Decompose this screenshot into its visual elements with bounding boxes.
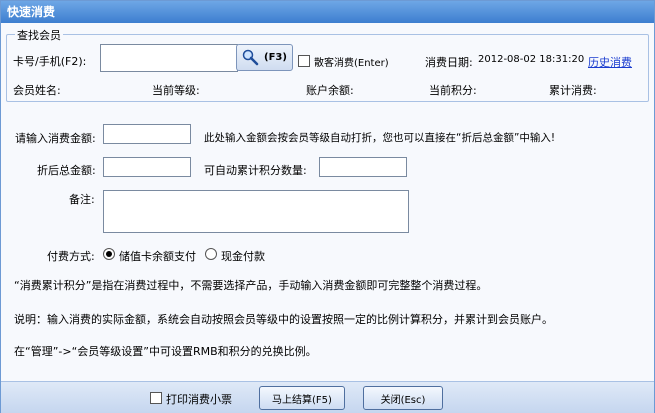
- remark-textarea[interactable]: [103, 190, 409, 233]
- window-title: 快速消费: [1, 1, 654, 23]
- amount-label: 请输入消费金额:: [15, 132, 96, 145]
- member-name-label: 会员姓名:: [13, 84, 61, 97]
- payment-option-cash: 现金付款: [221, 250, 265, 263]
- auto-points-label: 可自动累计积分数量:: [204, 164, 307, 177]
- cumulative-label: 累计消费:: [549, 84, 597, 97]
- date-label: 消费日期:: [425, 56, 473, 69]
- close-button[interactable]: 关闭(Esc): [363, 386, 443, 410]
- note-settings: 在“管理”->“会员等级设置”中可设置RMB和积分的兑换比例。: [14, 345, 317, 358]
- date-value: 2012-08-02 18:31:20: [478, 54, 585, 65]
- history-link[interactable]: 历史消费: [588, 54, 632, 70]
- quick-consume-window: 快速消费 查找会员 卡号/手机(F2): (F3) 散客消费(Enter) 消费…: [0, 0, 655, 413]
- search-icon: [242, 49, 259, 65]
- discount-total-label: 折后总金额:: [37, 164, 96, 177]
- group-label: 查找会员: [15, 27, 63, 43]
- search-button-label: (F3): [264, 52, 287, 63]
- card-input[interactable]: [100, 44, 238, 72]
- points-label: 当前积分:: [429, 84, 477, 97]
- remark-label: 备注:: [69, 193, 95, 206]
- amount-hint: 此处输入金额会按会员等级自动打折，您也可以直接在“折后总金额”中输入!: [204, 132, 556, 144]
- print-receipt-label: 打印消费小票: [166, 393, 232, 406]
- payment-label: 付费方式:: [47, 250, 95, 263]
- auto-points-input[interactable]: [319, 157, 407, 177]
- walkin-checkbox[interactable]: [298, 55, 310, 67]
- level-label: 当前等级:: [152, 84, 200, 97]
- payment-radio-cash[interactable]: [205, 248, 217, 260]
- note-points: “消费累计积分”是指在消费过程中，不需要选择产品，手动输入消费金额即可完整整个消…: [14, 279, 488, 292]
- note-explanation: 说明：输入消费的实际金额，系统会自动按照会员等级中的设置按照一定的比例计算积分，…: [14, 313, 553, 326]
- settle-button[interactable]: 马上结算(F5): [259, 386, 345, 410]
- print-receipt-checkbox[interactable]: [150, 392, 162, 404]
- walkin-label: 散客消费(Enter): [314, 58, 389, 69]
- discount-total-input[interactable]: [103, 157, 191, 177]
- balance-label: 账户余额:: [306, 84, 354, 97]
- card-label: 卡号/手机(F2):: [13, 55, 87, 68]
- search-button[interactable]: (F3): [236, 44, 293, 71]
- payment-option-card: 储值卡余额支付: [119, 250, 196, 263]
- payment-radio-card[interactable]: [103, 248, 115, 260]
- amount-input[interactable]: [103, 124, 191, 144]
